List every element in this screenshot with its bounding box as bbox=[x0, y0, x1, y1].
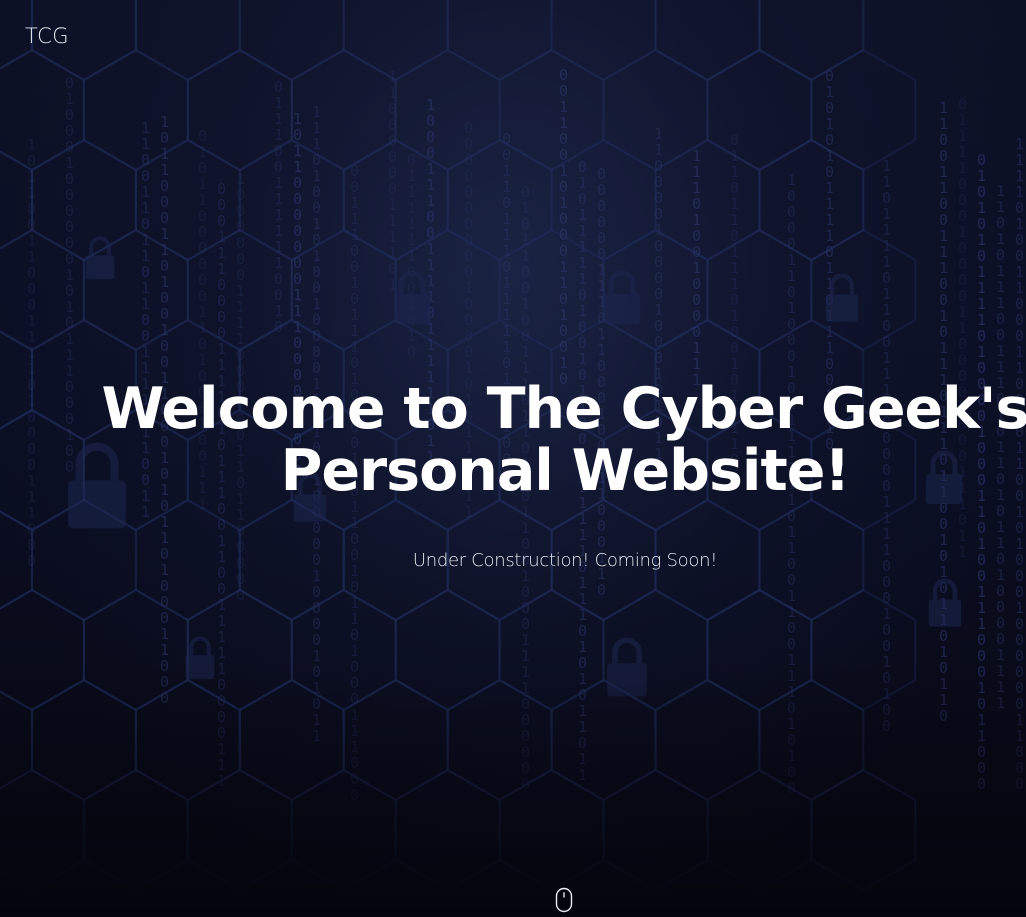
hero-title-line-2: Personal Website! bbox=[280, 438, 851, 504]
binary-digit-column: 111010010000111 bbox=[692, 147, 701, 389]
binary-digit-column: 00110010100011010010 bbox=[559, 66, 568, 388]
hexagon-outline bbox=[82, 48, 189, 172]
binary-digit-column: 0100010000001010111000100 bbox=[65, 74, 74, 476]
hexagon-outline bbox=[134, 0, 241, 82]
hexagon-outline bbox=[82, 228, 189, 352]
hero-title: Welcome to The Cyber Geek's Personal Web… bbox=[95, 378, 1026, 502]
mouse-scroll-icon[interactable] bbox=[555, 887, 573, 913]
hexagon-outline bbox=[758, 138, 865, 262]
padlock-icon bbox=[825, 273, 859, 322]
binary-digit-column: 101100110001111010000111000 bbox=[27, 136, 36, 570]
hexagon-outline bbox=[654, 0, 761, 82]
hero-title-line-1: Welcome to The Cyber Geek's bbox=[101, 376, 1026, 442]
hexagon-outline bbox=[446, 0, 553, 82]
bottom-fade bbox=[0, 657, 1026, 917]
hexagon-outline bbox=[290, 228, 397, 352]
binary-digit-column: 0111111001010 bbox=[407, 151, 416, 361]
binary-digit-column: 0111001111110010 bbox=[274, 78, 283, 336]
hexagon-outline bbox=[238, 0, 345, 82]
hexagon-outline bbox=[238, 138, 345, 262]
hexagon-outline bbox=[290, 48, 397, 172]
padlock-icon bbox=[85, 236, 115, 280]
binary-digit-column: 11000000111101 bbox=[388, 68, 397, 294]
hexagon-outline bbox=[30, 138, 137, 262]
hexagon-outline bbox=[758, 0, 865, 82]
hexagon-outline bbox=[654, 138, 761, 262]
hexagon-outline bbox=[498, 48, 605, 172]
hexagon-outline bbox=[706, 48, 813, 172]
hero-subtitle: Under Construction! Coming Soon! bbox=[412, 550, 718, 571]
padlock-icon bbox=[604, 270, 640, 324]
brand-logo[interactable]: TCG bbox=[25, 24, 69, 48]
hexagon-outline bbox=[498, 228, 605, 352]
